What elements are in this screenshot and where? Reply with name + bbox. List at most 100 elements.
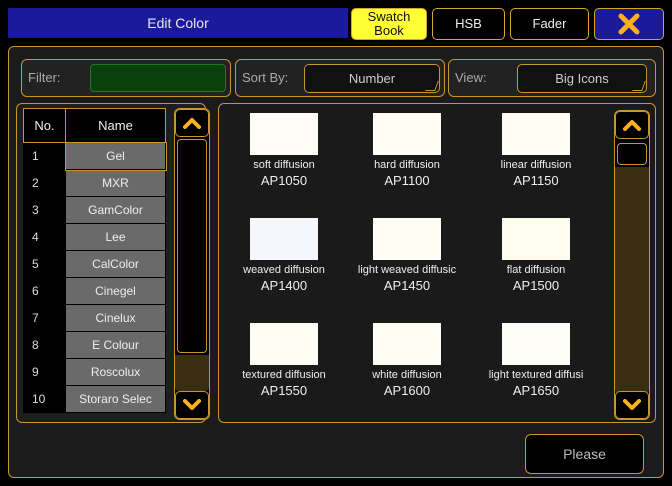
column-header-no: No. <box>23 108 66 143</box>
swatch-chip <box>373 323 441 365</box>
swatch-tile[interactable]: light textured diffusi AP1650 <box>476 323 596 398</box>
swatch-scroll-up-button[interactable] <box>615 111 649 139</box>
swatch-chip <box>250 218 318 260</box>
row-name[interactable]: Storaro Selec <box>65 385 166 413</box>
swatch-name: light textured diffusi <box>488 369 584 381</box>
chevron-down-icon <box>183 399 201 410</box>
table-row[interactable]: 8E Colour <box>23 331 166 359</box>
swatch-scrollbar[interactable] <box>614 110 650 420</box>
table-row[interactable]: 5 CalColor <box>23 250 166 278</box>
swatch-tile[interactable]: weaved diffusion AP1400 <box>224 218 344 293</box>
swatch-scroll-down-button[interactable] <box>615 391 649 419</box>
swatch-chip <box>373 218 441 260</box>
swatch-code: AP1100 <box>384 173 430 188</box>
table-row[interactable]: 1 Gel <box>23 141 167 171</box>
dropdown-corner-icon <box>425 81 439 91</box>
dropdown-corner-icon <box>632 81 646 91</box>
swatch-name: flat diffusion <box>506 264 566 276</box>
swatch-scroll-thumb[interactable] <box>617 143 647 165</box>
tab-fader[interactable]: Fader <box>510 8 589 40</box>
row-number: 2 <box>23 169 66 197</box>
sort-box: Sort By: Number <box>235 59 445 97</box>
swatch-tile[interactable]: white diffusion AP1600 <box>347 323 467 398</box>
view-value: Big Icons <box>555 71 609 86</box>
swatch-name: white diffusion <box>372 369 442 381</box>
tab-hsb[interactable]: HSB <box>432 8 505 40</box>
table-row[interactable]: 9 Roscolux <box>23 358 166 386</box>
table-row[interactable]: 7 Cinelux <box>23 304 166 332</box>
list-scroll-thumb[interactable] <box>177 139 207 353</box>
list-scroll-track[interactable] <box>175 355 209 391</box>
swatch-code: AP1400 <box>260 278 308 293</box>
view-dropdown[interactable]: Big Icons <box>517 64 647 93</box>
swatch-code: AP1450 <box>383 278 431 293</box>
table-row[interactable]: 2 MXR <box>23 169 166 197</box>
swatch-name: weaved diffusion <box>243 264 325 276</box>
swatch-chip <box>250 113 318 155</box>
column-header-name: Name <box>65 108 166 143</box>
swatch-name: light weaved diffusic <box>357 264 457 276</box>
tab-swatch-book[interactable]: Swatch Book <box>351 8 427 40</box>
row-name[interactable]: E Colour <box>65 331 166 359</box>
swatch-grid: soft diffusion AP1050 hard diffusion AP1… <box>218 103 656 423</box>
table-row[interactable]: 10 Storaro Selec <box>23 385 166 413</box>
swatch-tile[interactable]: light weaved diffusic AP1450 <box>347 218 467 293</box>
row-name[interactable]: CalColor <box>65 250 166 278</box>
row-number: 1 <box>23 142 66 170</box>
row-name[interactable]: Cinelux <box>65 304 166 332</box>
row-number: 8 <box>23 331 66 359</box>
row-name[interactable]: Lee <box>65 223 166 251</box>
close-button[interactable] <box>594 8 664 40</box>
sort-label: Sort By: <box>242 70 289 85</box>
swatch-chip <box>502 218 570 260</box>
row-name[interactable]: Roscolux <box>65 358 166 386</box>
swatch-code: AP1500 <box>512 278 560 293</box>
list-scroll-down-button[interactable] <box>175 391 209 419</box>
row-number: 6 <box>23 277 66 305</box>
view-label: View: <box>455 70 487 85</box>
filter-input[interactable] <box>90 64 226 92</box>
swatch-code: AP1600 <box>383 383 431 398</box>
row-name[interactable]: Cinegel <box>65 277 166 305</box>
table-row[interactable]: 6 Cinegel <box>23 277 166 305</box>
book-table: No. Name 1 Gel 2 MXR 3 GamColor 4 Lee 5 CalCo… <box>23 108 167 413</box>
sort-value: Number <box>348 71 396 86</box>
list-scroll-up-button[interactable] <box>175 109 209 137</box>
swatch-chip <box>502 113 570 155</box>
title-bar: Edit Color Swatch Book HSB Fader <box>0 0 672 46</box>
swatch-chip <box>502 323 570 365</box>
window-title: Edit Color <box>8 8 348 38</box>
swatch-name: soft diffusion <box>253 159 315 171</box>
swatch-name: hard diffusion <box>374 159 440 171</box>
sort-dropdown[interactable]: Number <box>304 64 440 93</box>
filter-box: Filter: <box>21 59 231 97</box>
swatch-tile[interactable]: hard diffusion AP1100 <box>347 113 467 188</box>
row-number: 4 <box>23 223 66 251</box>
swatch-scroll-track[interactable] <box>615 167 649 393</box>
row-name[interactable]: MXR <box>65 169 166 197</box>
chevron-up-icon <box>623 120 641 131</box>
row-number: 7 <box>23 304 66 332</box>
swatch-code: AP1650 <box>512 383 560 398</box>
swatch-name: textured diffusion <box>242 369 326 381</box>
swatch-chip <box>373 113 441 155</box>
swatch-code: AP1050 <box>260 173 308 188</box>
row-number: 5 <box>23 250 66 278</box>
table-row[interactable]: 3 GamColor <box>23 196 166 224</box>
row-number: 10 <box>23 385 66 413</box>
table-row[interactable]: 4 Lee <box>23 223 166 251</box>
list-scrollbar[interactable] <box>174 108 210 420</box>
swatch-tile[interactable]: linear diffusion AP1150 <box>476 113 596 188</box>
row-name[interactable]: Gel <box>64 141 167 171</box>
table-header: No. Name <box>23 108 166 143</box>
row-name[interactable]: GamColor <box>65 196 166 224</box>
swatch-tile[interactable]: flat diffusion AP1500 <box>476 218 596 293</box>
row-number: 3 <box>23 196 66 224</box>
chevron-down-icon <box>623 399 641 410</box>
swatch-tile[interactable]: soft diffusion AP1050 <box>224 113 344 188</box>
please-button[interactable]: Please <box>525 434 644 474</box>
swatch-tile[interactable]: textured diffusion AP1550 <box>224 323 344 398</box>
swatch-code: AP1550 <box>260 383 308 398</box>
filter-label: Filter: <box>28 70 61 85</box>
swatch-code: AP1150 <box>513 173 559 188</box>
